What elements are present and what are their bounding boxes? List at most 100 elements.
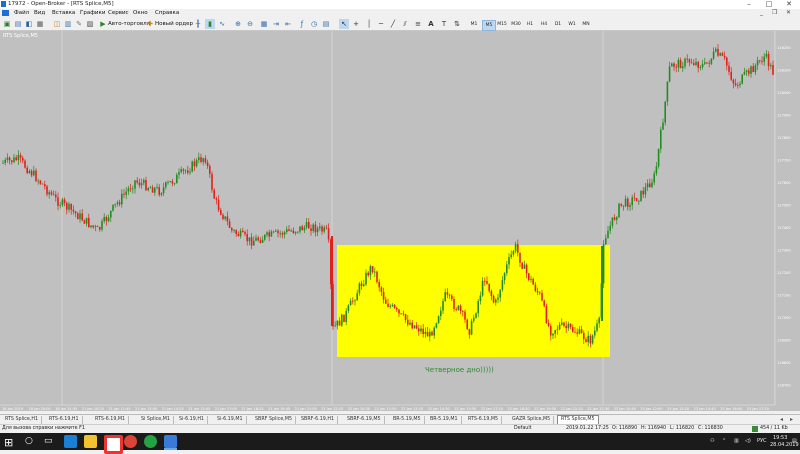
search-icon[interactable]: ○ bbox=[25, 436, 33, 446]
timeframe-h4-button[interactable]: H4 bbox=[538, 20, 550, 29]
zoom-in-icon[interactable]: ⊕ bbox=[233, 19, 243, 29]
chart-tab[interactable]: Si Splice,M1 bbox=[138, 416, 174, 424]
tray-arrow-icon[interactable]: ⌃ bbox=[722, 438, 726, 444]
candle-body bbox=[55, 194, 57, 198]
chart-tab[interactable]: BR-5.19,M1 bbox=[427, 416, 462, 424]
doc-minimize-button[interactable]: _ bbox=[760, 9, 763, 16]
tray-lang[interactable]: РУС bbox=[757, 438, 767, 444]
menu-window[interactable]: Окно bbox=[133, 10, 148, 16]
new-order-icon[interactable]: ✚ bbox=[145, 19, 155, 29]
price-tick-label: 116700 bbox=[777, 384, 791, 388]
price-tick-label: 117300 bbox=[777, 249, 791, 253]
tray-network-icon[interactable]: ▥ bbox=[734, 438, 739, 444]
candlestick-icon[interactable]: ▮ bbox=[205, 19, 215, 29]
broker-app-icon[interactable] bbox=[164, 435, 177, 448]
periods-icon[interactable]: ◷ bbox=[309, 19, 319, 29]
text-icon[interactable]: A bbox=[426, 19, 436, 29]
cursor-icon[interactable]: ↖ bbox=[339, 19, 349, 29]
edge-icon[interactable] bbox=[64, 435, 77, 448]
doc-restore-button[interactable]: ❐ bbox=[772, 9, 777, 16]
chart-tab[interactable]: Si-6.19,H1 bbox=[176, 416, 208, 424]
notifications-icon[interactable]: ▤ bbox=[792, 438, 797, 444]
windows-start-icon[interactable]: ⊞ bbox=[4, 436, 13, 449]
new-chart-icon[interactable]: ▣ bbox=[2, 19, 12, 29]
crosshair-icon[interactable]: + bbox=[351, 19, 361, 29]
line-chart-icon[interactable]: ∿ bbox=[217, 19, 227, 29]
timeframe-m5-button[interactable]: M5 bbox=[482, 20, 496, 31]
menu-tools[interactable]: Сервис bbox=[108, 10, 129, 16]
chart-tab[interactable]: SBRF-6.19,H1 bbox=[298, 416, 339, 424]
chart-tab[interactable]: BR-5.19,M5 bbox=[390, 416, 425, 424]
history-icon[interactable]: ▨ bbox=[85, 19, 95, 29]
bar-chart-icon[interactable]: ╫ bbox=[193, 19, 203, 29]
timeframe-m1-button[interactable]: M1 bbox=[468, 20, 480, 29]
vertical-line-icon[interactable]: │ bbox=[364, 19, 374, 29]
channel-icon[interactable]: ⫽ bbox=[400, 19, 410, 29]
candle-body bbox=[52, 194, 55, 196]
chart-tab[interactable]: SBRF-6.19,M5 bbox=[344, 416, 385, 424]
chart-tab[interactable]: GAZR Splice,M5 bbox=[509, 416, 555, 424]
candle-body bbox=[558, 324, 561, 330]
chart-shift-icon[interactable]: ⇤ bbox=[283, 19, 293, 29]
timeframe-d1-button[interactable]: D1 bbox=[552, 20, 564, 29]
chart-area[interactable]: Четверное дно))))) 118200 118100 118000 1179… bbox=[0, 31, 800, 411]
menu-charts[interactable]: Графики bbox=[80, 10, 105, 16]
explorer-icon[interactable] bbox=[84, 435, 97, 448]
timeframe-m15-button[interactable]: M15 bbox=[496, 20, 508, 29]
chrome-icon[interactable] bbox=[124, 435, 137, 448]
market-watch-icon[interactable]: ◧ bbox=[24, 19, 34, 29]
chart-tab[interactable]: RTS-6.19,M5 bbox=[465, 416, 503, 424]
timeframe-h1-button[interactable]: H1 bbox=[524, 20, 536, 29]
indicators-icon[interactable]: ƒ bbox=[297, 19, 307, 29]
chart-tab[interactable]: RTS-6.19,H1 bbox=[46, 416, 83, 424]
tab-scroll-left-icon[interactable]: ◂ bbox=[780, 416, 783, 423]
chart-tab[interactable]: RTS-6.19,M1 bbox=[92, 416, 130, 424]
close-button[interactable]: ✕ bbox=[780, 0, 798, 9]
new-order-button[interactable]: Новый ордер bbox=[155, 21, 193, 27]
menu-help[interactable]: Справка bbox=[155, 10, 179, 16]
tray-people-icon[interactable]: ⚇ bbox=[710, 438, 714, 444]
tray-time[interactable]: 19:53 bbox=[773, 435, 787, 441]
zoom-out-icon[interactable]: ⊖ bbox=[245, 19, 255, 29]
autoscroll-icon[interactable]: ⇥ bbox=[271, 19, 281, 29]
trendline-icon[interactable]: ╱ bbox=[388, 19, 398, 29]
chart-tab[interactable]: RTS Splice,H1 bbox=[2, 416, 43, 424]
tray-volume-icon[interactable]: ◁) bbox=[745, 438, 751, 444]
doc-close-button[interactable]: ✕ bbox=[786, 9, 791, 16]
timeframe-w1-button[interactable]: W1 bbox=[566, 20, 578, 29]
timeframe-mn-button[interactable]: MN bbox=[580, 20, 592, 29]
tester-icon[interactable]: ▥ bbox=[63, 19, 73, 29]
chart-tab[interactable]: Si-6.19,M1 bbox=[214, 416, 247, 424]
candle-body bbox=[68, 203, 70, 210]
navigator-icon[interactable]: ▦ bbox=[35, 19, 45, 29]
candle-body bbox=[420, 328, 422, 332]
label-icon[interactable]: T bbox=[439, 19, 449, 29]
menu-file[interactable]: Файл bbox=[14, 10, 29, 16]
templates-icon[interactable]: ▤ bbox=[321, 19, 331, 29]
fibonacci-icon[interactable]: ≡ bbox=[413, 19, 423, 29]
price-chart[interactable]: Четверное дно))))) 118200 118100 118000 1179… bbox=[0, 31, 800, 411]
candle-body bbox=[602, 244, 605, 284]
terminal-icon[interactable]: ◫ bbox=[52, 19, 62, 29]
candle-body bbox=[468, 329, 471, 335]
chart-tab[interactable]: SBRF Splice,M5 bbox=[252, 416, 297, 424]
profiles-icon[interactable]: ▤ bbox=[13, 19, 23, 29]
menu-insert[interactable]: Вставка bbox=[52, 10, 75, 16]
task-view-icon[interactable]: ▭ bbox=[44, 436, 53, 446]
horizontal-line-icon[interactable]: ─ bbox=[376, 19, 386, 29]
autotrade-icon[interactable]: ▶ bbox=[98, 19, 108, 29]
minimize-button[interactable]: – bbox=[740, 0, 758, 9]
menu-view[interactable]: Вид bbox=[34, 10, 45, 16]
candle-body bbox=[138, 182, 141, 186]
candle-body bbox=[167, 182, 169, 183]
messenger-icon[interactable] bbox=[144, 435, 157, 448]
timeframe-m30-button[interactable]: M30 bbox=[510, 20, 522, 29]
maximize-button[interactable]: □ bbox=[760, 0, 778, 9]
tile-windows-icon[interactable]: ▦ bbox=[259, 19, 269, 29]
candle-body bbox=[396, 308, 398, 310]
editor-icon[interactable]: ✎ bbox=[74, 19, 84, 29]
tab-scroll-right-icon[interactable]: ▸ bbox=[790, 416, 793, 423]
yandex-icon[interactable] bbox=[104, 435, 123, 454]
autotrade-button[interactable]: Авто-торговля bbox=[108, 21, 150, 27]
arrows-icon[interactable]: ⇅ bbox=[452, 19, 462, 29]
